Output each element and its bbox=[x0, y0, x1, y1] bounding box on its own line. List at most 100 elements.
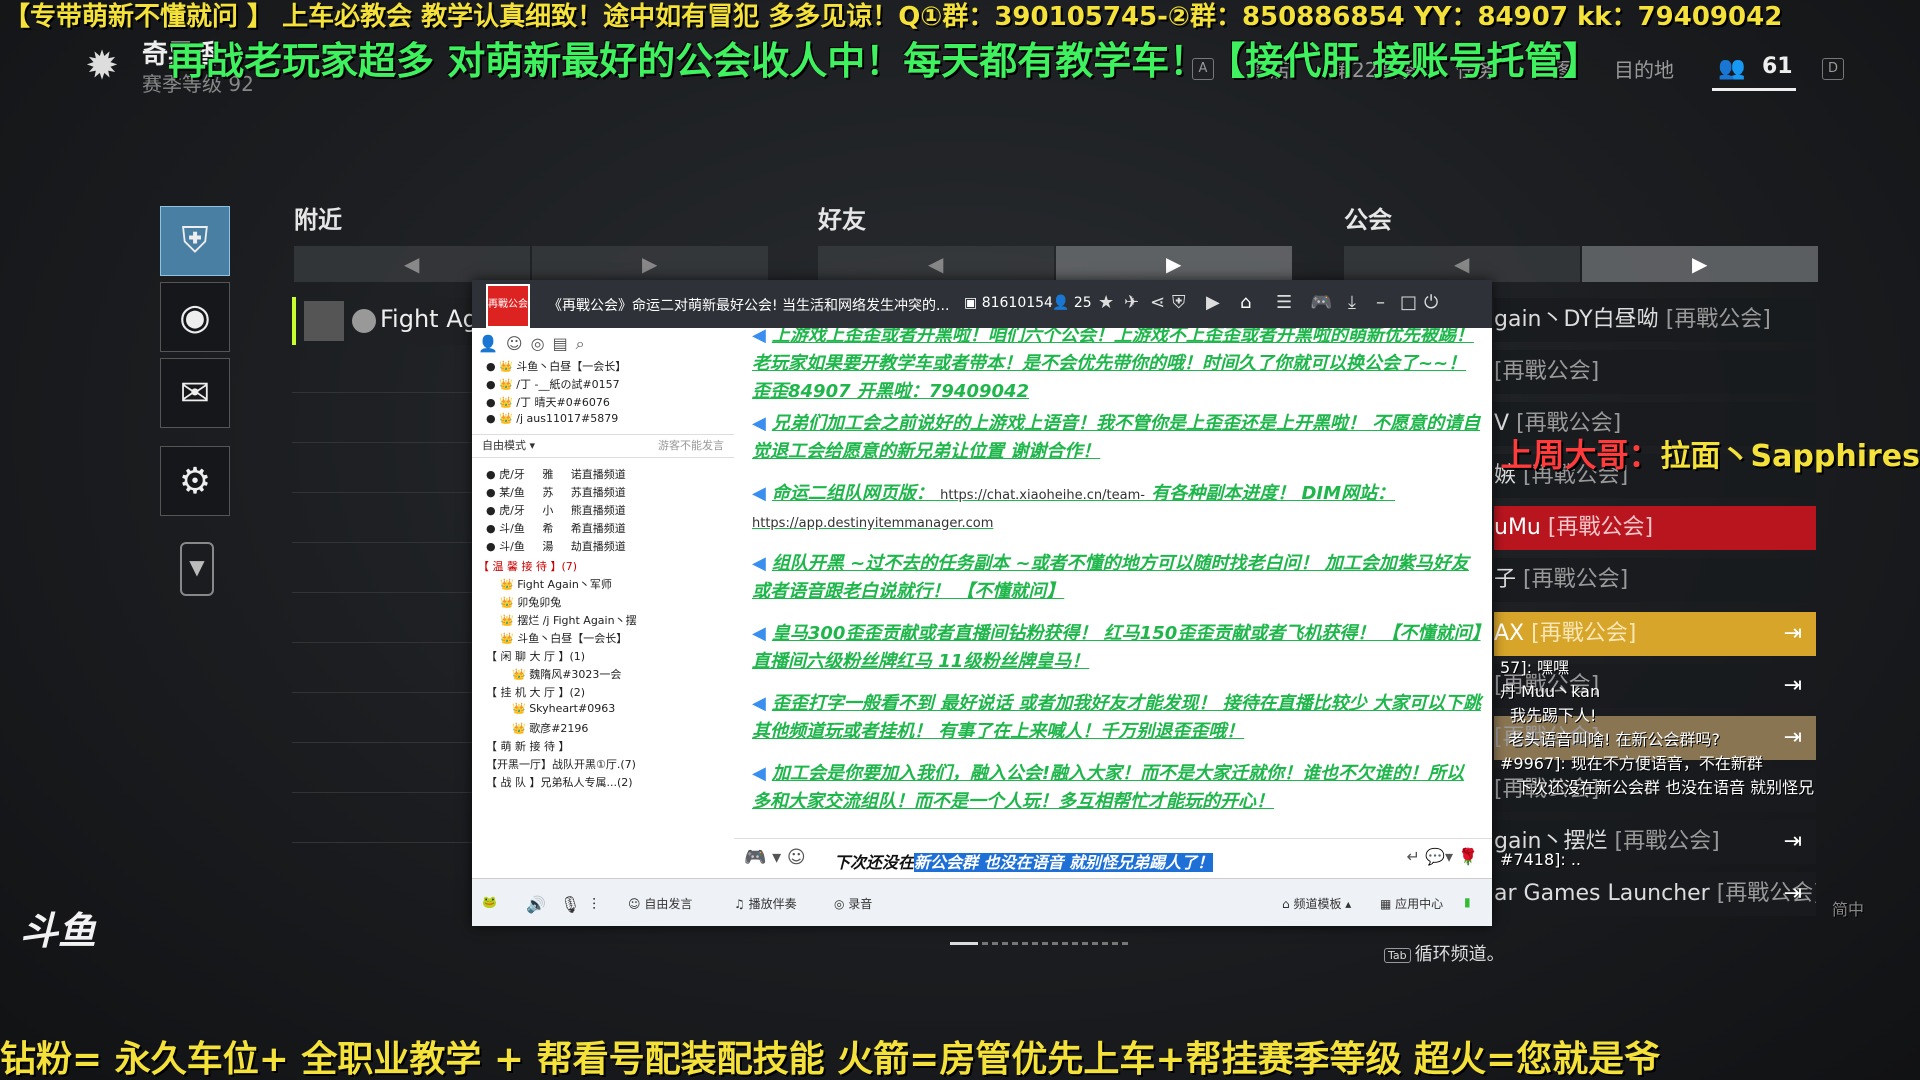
member-item[interactable]: ● 👑 /丁 晴天#0#6076 bbox=[486, 394, 610, 410]
gamepad-icon[interactable]: 🎮 bbox=[1310, 292, 1332, 313]
message-input[interactable]: 🎮 ▾ ☺ 下次还没在新公会群 也没在语音 就别怪兄弟踢人了！ ↵ 💬▾ 🌹 bbox=[734, 838, 1492, 879]
minimize-icon[interactable]: – bbox=[1376, 292, 1385, 313]
speaker-icon: ◀ bbox=[752, 483, 766, 504]
stream-banner-top: 【专带萌新不懂就问 】 上车必教会 教学认真细致！途中如有冒犯 多多见谅！Q①群… bbox=[4, 2, 1783, 32]
member-item[interactable]: 👑 歌彦#2196 bbox=[512, 720, 588, 736]
announcement-line: ◀ 兄弟们加工会之前说好的上游戏上语音！我不管你是上歪歪还是上开黑啦！ 不愿意的请… bbox=[752, 410, 1482, 466]
clan-member-row[interactable]: [再戰公会] bbox=[1494, 350, 1816, 394]
maximize-icon[interactable]: □ bbox=[1400, 292, 1417, 313]
subchannel-item[interactable]: ● 斗/鱼 湯 劫直播频道 bbox=[486, 538, 626, 554]
input-text[interactable]: 下次还没在新公会群 也没在语音 就别怪兄弟踢人了！ bbox=[834, 849, 1214, 873]
member-item[interactable]: ● 👑 /丁 -__紙の試#0157 bbox=[486, 376, 620, 392]
shield-icon[interactable]: ⛨ bbox=[1172, 292, 1186, 313]
stream-banner-green: 再战老玩家超多 对萌新最好的公会收人中！每天都有教学车！【接代肝 接账号托管】 bbox=[168, 39, 1601, 83]
share-icon[interactable]: ✈ bbox=[1124, 292, 1139, 313]
member-item[interactable]: 👑 斗鱼丶白昼【一会长】 bbox=[500, 630, 627, 646]
member-item[interactable]: 👑 卯兔卯兔 bbox=[500, 594, 561, 610]
online-count: 👤 25 bbox=[1052, 295, 1092, 311]
yy-title-bar: 再戰公会 《再戰公会》命运二对萌新最好公会! 当生活和网络发生冲突的... ▣ … bbox=[472, 280, 1492, 328]
group-team[interactable]: 【 战 队 】兄弟私人专属...(2) bbox=[486, 774, 633, 790]
chevron-right-icon: ▶ bbox=[1166, 252, 1182, 276]
clan-member-row[interactable]: AX [再戰公会] ⇥ bbox=[1494, 612, 1816, 656]
shield-icon[interactable]: ⛨ bbox=[160, 206, 230, 276]
member-item[interactable]: ● 👑 斗鱼丶白昼【一会长】 bbox=[486, 358, 626, 374]
clan-member-row[interactable]: gain丶DY白昼呦 [再戰公会] bbox=[1494, 298, 1816, 342]
send-controls[interactable]: ↵ 💬▾ 🌹 bbox=[1407, 847, 1478, 866]
download-icon[interactable]: ⤓ bbox=[1348, 292, 1356, 313]
friends-icon[interactable]: 👥 bbox=[1718, 56, 1745, 81]
avatar[interactable]: 🐸 bbox=[482, 895, 497, 909]
speaker-icon: ◀ bbox=[752, 413, 766, 434]
gear-icon[interactable]: ⚙ bbox=[160, 446, 230, 516]
subchannel-item[interactable]: ● 斗/鱼 希 希直播频道 bbox=[486, 520, 626, 536]
member-item[interactable]: ● 👑 /j aus11017#5879 bbox=[486, 412, 618, 425]
channel-toolbar[interactable]: 👤☺◎▤⌕ bbox=[478, 334, 593, 354]
group-lobby[interactable]: 【 闲 聊 大 厅 】(1) bbox=[486, 648, 585, 664]
volume-icon[interactable]: 🔊 bbox=[526, 895, 546, 914]
channel-tree: 👤☺◎▤⌕ ● 👑 斗鱼丶白昼【一会长】 ● 👑 /丁 -__紙の試#0157 … bbox=[472, 328, 735, 878]
speaker-icon: ◀ bbox=[752, 763, 766, 784]
music-button[interactable]: ♫ 播放伴奏 bbox=[734, 895, 797, 912]
chat-line: 57]: 嘿嘿 bbox=[1500, 658, 1570, 677]
list-icon[interactable]: ☰ bbox=[1276, 292, 1292, 313]
home-icon[interactable]: ⌂ bbox=[1240, 292, 1251, 313]
mic-icon[interactable]: 🎙 bbox=[560, 895, 580, 914]
member-item[interactable]: 👑 Skyheart#0963 bbox=[512, 702, 615, 715]
join-icon[interactable]: ⇥ bbox=[1784, 716, 1802, 760]
channel-id: ▣ 81610154 bbox=[964, 295, 1053, 311]
chevron-right-icon: ▶ bbox=[1692, 252, 1708, 276]
column-clan-title: 公会 bbox=[1344, 206, 1392, 234]
douyu-logo: 斗鱼 bbox=[20, 909, 97, 953]
record-button[interactable]: ◎ 录音 bbox=[834, 895, 872, 912]
group-fireteam[interactable]: 【开黑一厅】战队开黑①厅.(7) bbox=[486, 756, 636, 772]
nav-key-d-icon: D bbox=[1822, 58, 1844, 80]
signal-icon: ▮ bbox=[1464, 895, 1471, 909]
join-icon[interactable]: ⇥ bbox=[1784, 664, 1802, 708]
power-icon[interactable]: ⏻ bbox=[1424, 292, 1438, 313]
subchannel-item[interactable]: ● 虎/牙 雅 诺直播频道 bbox=[486, 466, 626, 482]
friends-count: 61 bbox=[1762, 54, 1793, 79]
group-afk[interactable]: 【 挂 机 大 厅 】(2) bbox=[486, 684, 585, 700]
template-button[interactable]: ⌂ 频道模板 ▴ bbox=[1282, 895, 1351, 912]
member-item[interactable]: 👑 Fight Again丶军师 bbox=[500, 576, 612, 592]
video-icon[interactable]: ▶ bbox=[1206, 292, 1220, 313]
yy-bottom-bar: 🐸 🔊 🎙 ⫶ ☺ 自由发言 ♫ 播放伴奏 ◎ 录音 ⌂ 频道模板 ▴ ▦ 应用… bbox=[472, 878, 1492, 926]
language-label: 简中 bbox=[1832, 900, 1865, 919]
channel-title: 《再戰公会》命运二对萌新最好公会! 当生活和网络发生冲突的... bbox=[548, 298, 948, 314]
group-reception[interactable]: 【 温 馨 接 待 】(7) bbox=[478, 558, 577, 574]
star-icon[interactable]: ★ bbox=[1098, 292, 1114, 313]
announcement-line: ◀ 加工会是你要加入我们，融入公会!融入大家！而不是大家迁就你！谁也不欠谁的！所以… bbox=[752, 760, 1482, 816]
steam-icon[interactable]: ◉ bbox=[160, 282, 230, 352]
subchannel-item[interactable]: ● 某/鱼 苏 苏直播频道 bbox=[486, 484, 626, 500]
input-toolbar-icons[interactable]: 🎮 ▾ ☺ bbox=[744, 847, 806, 868]
speaker-icon: ◀ bbox=[752, 328, 766, 346]
clan-member-row[interactable]: ar Games Launcher [再戰公会] ⇥ bbox=[1494, 872, 1816, 916]
chat-line: #9967]: 现在不方便语音，不在新群 bbox=[1500, 754, 1763, 773]
dim-link[interactable]: https://app.destinyitemmanager.com bbox=[752, 516, 993, 531]
chevron-left-icon: ◀ bbox=[928, 252, 944, 276]
speaker-icon: ◀ bbox=[752, 623, 766, 644]
subchannel-item[interactable]: ● 虎/牙 小 熊直播频道 bbox=[486, 502, 626, 518]
clan-member-row[interactable]: 子 [再戰公会] bbox=[1494, 558, 1816, 602]
free-speak-button[interactable]: ☺ 自由发言 bbox=[628, 895, 692, 912]
page-indicator bbox=[950, 930, 1150, 945]
nav-destinations[interactable]: 目的地 bbox=[1614, 54, 1674, 84]
phone-icon[interactable]: ▼ bbox=[180, 542, 214, 596]
speak-mode-bar[interactable]: 自由模式 ▾ 游客不能发言 bbox=[472, 434, 734, 458]
yy-voice-window[interactable]: 再戰公会 《再戰公会》命运二对萌新最好公会! 当生活和网络发生冲突的... ▣ … bbox=[472, 280, 1492, 926]
app-center-button[interactable]: ▦ 应用中心 bbox=[1380, 895, 1443, 912]
group-newbie[interactable]: 【 萌 新 接 待 】 bbox=[486, 738, 569, 754]
join-icon[interactable]: ⇥ bbox=[1784, 612, 1802, 656]
link-icon[interactable]: ⋖ bbox=[1150, 292, 1165, 313]
equalizer-icon[interactable]: ⫶ bbox=[592, 895, 596, 915]
join-icon[interactable]: ⇥ bbox=[1784, 820, 1802, 864]
team-link[interactable]: https://chat.xiaoheihe.cn/team- bbox=[940, 488, 1145, 503]
member-item[interactable]: 👑 魏隋风#3023一会 bbox=[512, 666, 621, 682]
mail-icon[interactable]: ✉ bbox=[160, 358, 230, 428]
column-nearby-title: 附近 bbox=[294, 206, 342, 234]
member-item[interactable]: 👑 摆烂 /j Fight Again丶摆 bbox=[500, 612, 637, 628]
clan-member-row[interactable]: uMu [再戰公会] bbox=[1494, 506, 1816, 550]
join-icon[interactable]: ⇥ bbox=[1784, 872, 1802, 916]
avatar bbox=[304, 301, 344, 341]
speaker-icon: ◀ bbox=[752, 553, 766, 574]
